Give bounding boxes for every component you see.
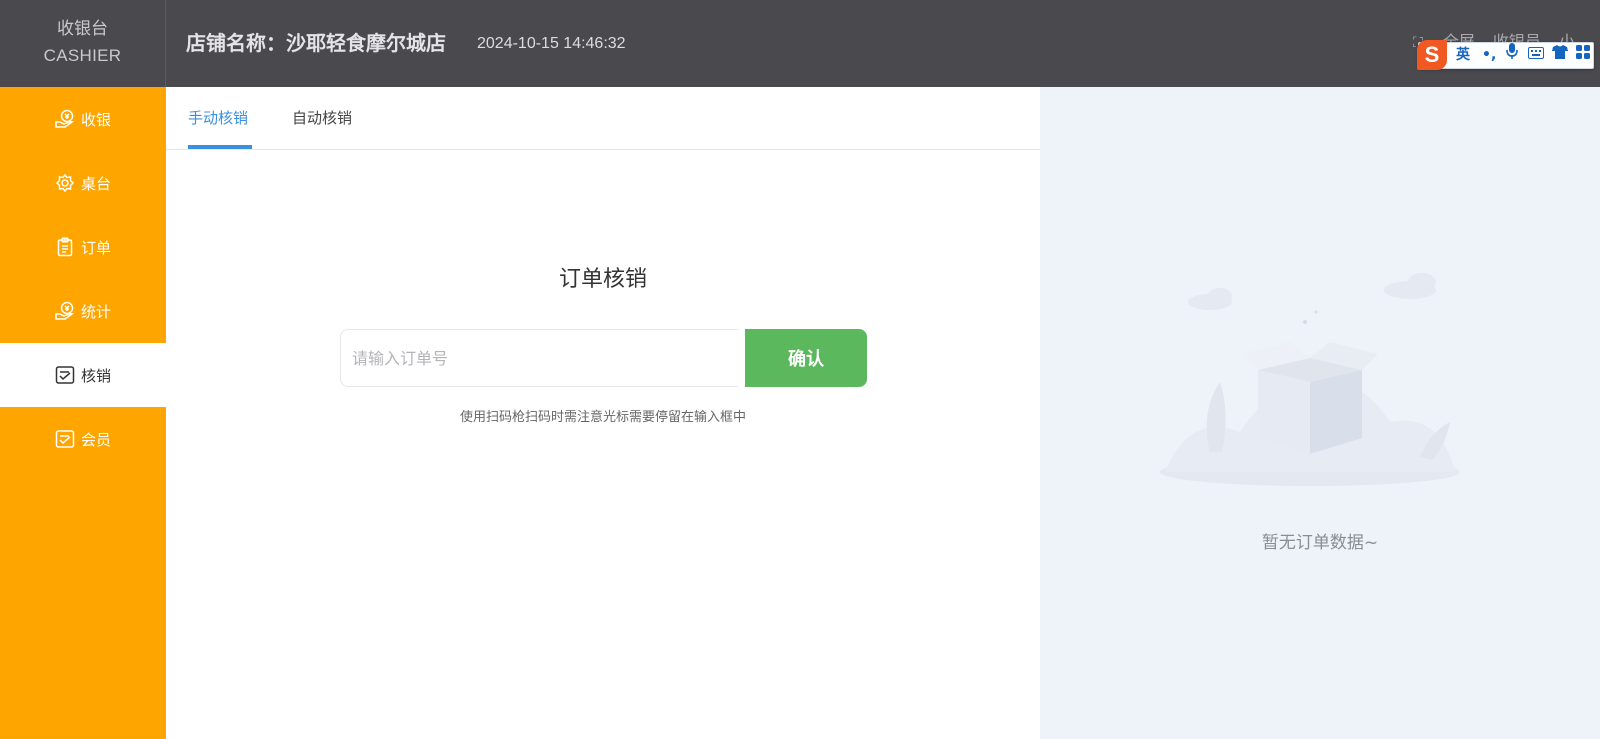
microphone-icon[interactable] (1506, 43, 1519, 68)
verify-icon (55, 365, 75, 385)
skin-icon[interactable] (1552, 43, 1569, 68)
ime-toolbar[interactable]: S 英 •, (1417, 39, 1594, 70)
ime-logo-icon[interactable]: S (1417, 39, 1447, 70)
top-header: 收银台 CASHIER 店铺名称：沙耶轻食摩尔城店 2024-10-15 14:… (0, 0, 1600, 87)
tab-auto-verify[interactable]: 自动核销 (292, 108, 352, 128)
brand-title-en: CASHIER (43, 46, 122, 65)
clipboard-icon (55, 237, 75, 257)
sidebar-item-label: 会员 (80, 430, 111, 449)
empty-box-illustration (1160, 273, 1460, 486)
sidebar-item-label: 桌台 (80, 174, 111, 193)
form-title: 订单核销 (558, 267, 647, 292)
tab-manual-verify[interactable]: 手动核销 (188, 108, 248, 128)
cash-icon (55, 109, 75, 129)
confirm-button[interactable]: 确认 (745, 329, 867, 387)
sidebar-nav: 收银 桌台 订单 统计 核销 会员 (0, 87, 166, 739)
sidebar-item-orders[interactable]: 订单 (0, 215, 166, 279)
current-datetime: 2024-10-15 14:46:32 (477, 35, 626, 52)
gear-icon (55, 173, 75, 193)
empty-state-text: 暂无订单数据~ (1261, 533, 1379, 553)
order-detail-panel: 暂无订单数据~ (1040, 87, 1600, 739)
sidebar-item-tables[interactable]: 桌台 (0, 151, 166, 215)
brand-logo: 收银台 CASHIER (0, 0, 166, 87)
sidebar-item-members[interactable]: 会员 (0, 407, 166, 471)
sidebar-item-cashier[interactable]: 收银 (0, 87, 166, 151)
order-input-wrapper (340, 329, 738, 387)
member-icon (55, 429, 75, 449)
order-number-input[interactable] (341, 330, 738, 386)
tab-bar: 手动核销 自动核销 (166, 87, 1040, 150)
sidebar-item-label: 核销 (80, 366, 111, 385)
ime-mode-toggle[interactable]: 英 (1456, 43, 1470, 68)
tab-active-indicator (188, 145, 252, 149)
main-panel: 手动核销 自动核销 订单核销 确认 使用扫码枪扫码时需注意光标需要停留在输入框中 (166, 87, 1040, 739)
brand-title-cn: 收银台 (57, 19, 108, 39)
keyboard-icon[interactable] (1528, 43, 1545, 68)
sidebar-item-label: 收银 (80, 110, 111, 129)
store-name: 店铺名称：沙耶轻食摩尔城店 (186, 31, 446, 55)
sidebar-item-label: 统计 (80, 302, 111, 321)
sidebar-item-stats[interactable]: 统计 (0, 279, 166, 343)
sidebar-item-label: 订单 (80, 238, 111, 257)
toolbox-icon[interactable] (1576, 43, 1591, 68)
sidebar-item-verify[interactable]: 核销 (0, 343, 166, 407)
stats-icon (55, 301, 75, 321)
scanner-hint: 使用扫码枪扫码时需注意光标需要停留在输入框中 (459, 410, 746, 425)
punctuation-icon[interactable]: •, (1482, 43, 1496, 68)
